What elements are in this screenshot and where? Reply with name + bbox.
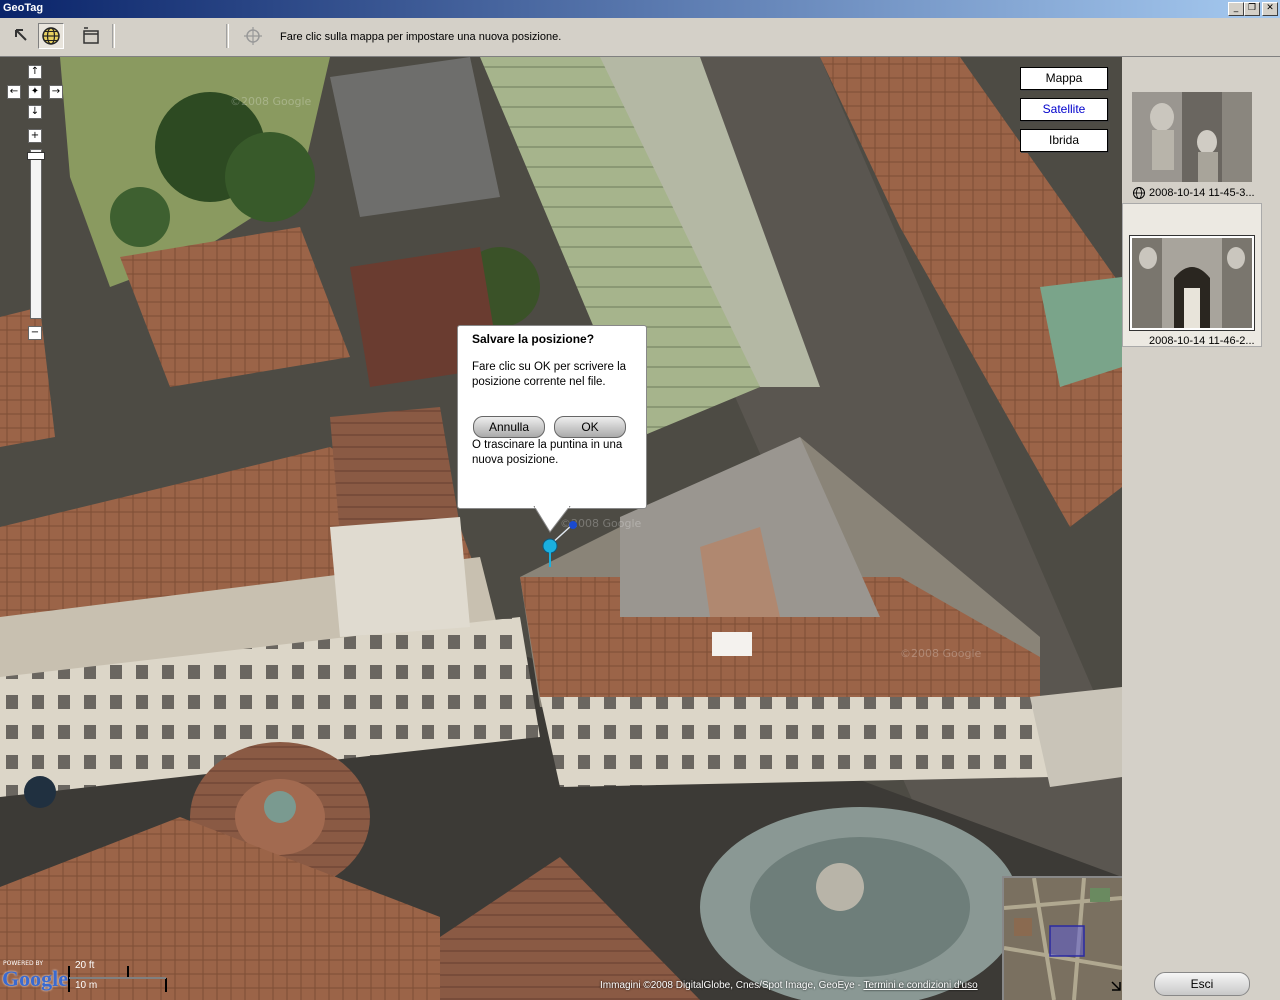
map-watermark: ©2008 Google [230,95,312,108]
photo-panel: 2008-10-14 11-45-3... 2008-10-14 11-46-2… [1122,57,1280,1000]
exit-button[interactable]: Esci [1154,972,1250,996]
arrow-pointer-icon [15,29,27,41]
photo-item-selected[interactable]: 2008-10-14 11-46-2... [1122,203,1262,347]
restore-button[interactable]: ❐ [1244,2,1260,16]
pan-up-button[interactable]: ↑ [28,65,42,79]
dialog-title: Salvare la posizione? [472,332,595,346]
scale-feet: 20 ft [75,960,95,971]
window-title: GeoTag [3,2,44,14]
geotagged-globe-icon [1133,187,1145,199]
zoom-slider[interactable] [30,149,42,319]
geotag-tool-button[interactable] [38,23,64,49]
toolbar-hint: Fare clic sulla mappa per impostare una … [280,31,562,43]
satellite-map[interactable]: ©2008 Google ©2008 Google ©2008 Google ↑… [0,57,1122,1000]
location-pin-icon[interactable] [538,517,588,572]
toolbar-separator [226,24,229,48]
map-watermark: ©2008 Google [900,647,982,660]
toolbar-separator [112,24,115,48]
photo-thumbnail-frame [1129,235,1255,331]
pan-center-button[interactable]: ✦ [28,85,42,99]
map-type-mappa-button[interactable]: Mappa [1020,67,1108,90]
window-tool-button[interactable] [78,23,104,49]
save-position-dialog: Salvare la posizione? Fare clic su OK pe… [457,325,647,509]
pan-down-button[interactable]: ↓ [28,105,42,119]
ok-button[interactable]: OK [554,416,626,438]
window-icon [83,27,99,44]
map-type-ibrida-button[interactable]: Ibrida [1020,129,1108,152]
photo-caption: 2008-10-14 11-46-2... [1149,335,1255,347]
photo-caption: 2008-10-14 11-45-3... [1149,187,1255,199]
map-copyright: Immagini ©2008 DigitalGlobe, Cnes/Spot I… [600,980,978,991]
photo-item[interactable]: 2008-10-14 11-45-3... [1122,87,1262,205]
map-type-satellite-button[interactable]: Satellite [1020,98,1108,121]
zoom-slider-knob[interactable] [27,152,45,160]
crosshair-icon [244,27,262,45]
photo-thumbnail [1132,238,1252,328]
pan-right-button[interactable]: → [49,85,63,99]
title-bar: GeoTag _ ❐ ✕ [0,0,1280,18]
overview-map[interactable] [1002,876,1122,1000]
zoom-out-button[interactable]: − [28,326,42,340]
photo-thumbnail [1132,92,1252,182]
overview-imagery [1003,877,1122,1000]
select-tool-button[interactable] [8,23,34,49]
toolbar: Fare clic sulla mappa per impostare una … [0,18,1280,57]
close-button[interactable]: ✕ [1262,2,1278,16]
pan-left-button[interactable]: ← [7,85,21,99]
scale-meters: 10 m [75,980,98,991]
terms-link[interactable]: Termini e condizioni d'uso [863,980,977,991]
google-logo: Google [2,966,68,991]
globe-icon [42,27,60,45]
drag-hint: O trascinare la puntina in una nuova pos… [472,439,623,466]
minimize-button[interactable]: _ [1228,2,1244,16]
cancel-button[interactable]: Annulla [473,416,545,438]
zoom-in-button[interactable]: + [28,129,42,143]
copyright-text: Immagini ©2008 DigitalGlobe, Cnes/Spot I… [600,980,864,991]
dialog-message: Fare clic su OK per scrivere la posizion… [472,361,627,388]
center-position-button[interactable] [240,23,266,49]
